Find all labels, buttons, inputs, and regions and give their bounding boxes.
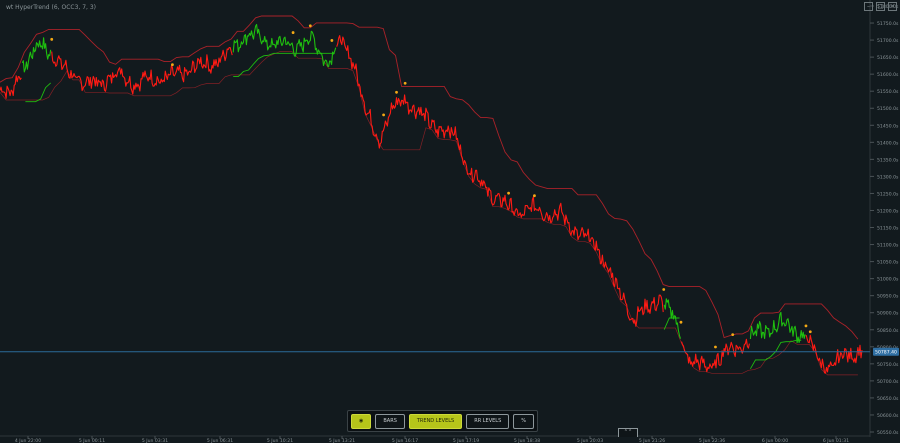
indicator-label[interactable]: wt HyperTrend (6, OCC3, 7, 3) [6,4,96,11]
trend-flip-marker [507,191,510,195]
uptrend-price-line [21,37,52,73]
eye-icon: ◉ [359,417,364,424]
minimize-icon[interactable]: – [864,2,873,11]
x-tick-label: 6 Jun 01:31 [823,438,849,443]
bars-button[interactable]: BARS [375,413,405,429]
downtrend-price-line [51,46,233,95]
panel-expand-handle[interactable]: ⌃⌃ [618,428,638,437]
x-tick-label: 5 Jun 21:26 [639,438,665,443]
y-tick-label: 50950.0s [877,294,899,300]
downtrend-price-line [336,35,664,327]
support-trend-line [750,339,802,370]
y-tick-label: 50850.0s [877,328,899,334]
y-tick-label: 50650.0s [877,396,899,402]
trend-flip-marker [808,330,812,334]
x-tick-label: 5 Jun 18:38 [514,438,540,443]
y-tick-label: 51100.0s [877,243,899,249]
trend-flip-marker [330,39,334,42]
downtrend-price-line [0,75,22,99]
y-tick-label: 50700.0s [877,379,899,385]
y-tick-label: 51600.0s [877,72,899,78]
trend-levels-button[interactable]: TREND LEVELS [408,413,463,429]
trend-flip-marker [714,345,717,349]
trend-flip-marker [731,333,735,337]
trend-flip-marker [382,113,385,117]
x-tick-label: 5 Jun 13:21 [329,438,355,443]
trend-flip-marker [533,194,536,198]
x-tick-label: 5 Jun 17:19 [453,438,479,443]
trend-flip-marker [662,288,666,291]
inner-trend-band [0,51,858,376]
y-tick-label: 51700.0s [877,38,899,44]
y-tick-label: 51150.0s [877,226,899,232]
price-chart[interactable]: 51800.0s51750.0s51700.0s51650.0s51600.0s… [0,0,900,443]
close-icon[interactable]: × [888,2,897,11]
trend-flip-marker [804,324,808,328]
y-tick-label: 50600.0s [877,413,899,419]
uptrend-price-line [663,298,682,339]
trend-flip-marker [395,90,398,94]
upper-trend-band [0,15,859,340]
y-tick-label: 51200.0s [877,208,899,214]
x-tick-label: 5 Jun 22:36 [699,438,725,443]
trend-flip-marker [308,24,312,28]
y-tick-label: 51000.0s [877,277,899,283]
downtrend-price-line [680,338,750,373]
y-tick-label: 51750.0s [877,21,899,27]
x-tick-label: 5 Jun 03:31 [142,438,168,443]
chart-toolbar: ◉ BARS TREND LEVELS RR LEVELS % [347,410,539,432]
support-trend-line [233,52,335,78]
uptrend-price-line [232,23,337,68]
x-tick-label: 5 Jun 06:31 [207,438,233,443]
y-tick-label: 51400.0s [877,140,899,146]
rr-levels-button[interactable]: RR LEVELS [466,413,510,429]
visibility-toggle-button[interactable]: ◉ [351,413,372,429]
y-tick-label: 51650.0s [877,55,899,61]
trading-chart-window: 51800.0s 51750.0s 51700.0s 51650.0s 51600.0s… [0,0,900,443]
y-tick-label: 51050.0s [877,260,899,266]
y-tick-label: 51450.0s [877,123,899,129]
y-tick-label: 51350.0s [877,157,899,163]
uptrend-price-line [749,311,806,344]
y-tick-label: 50900.0s [877,311,899,317]
maximize-icon[interactable]: □ [876,2,885,11]
y-tick-label: 50750.0s [877,362,899,368]
chevron-up-icon: ⌃⌃ [623,429,633,435]
y-tick-label: 51250.0s [877,191,899,197]
x-tick-label: 4 Jun 22:00 [15,438,41,443]
y-tick-label: 51500.0s [877,106,899,112]
trend-flip-marker [291,31,295,34]
support-trend-line [25,82,52,103]
percent-button[interactable]: % [513,413,535,429]
current-price-label: 50787.40 [875,350,897,356]
x-tick-label: 5 Jun 10:21 [267,438,293,443]
y-tick-label: 51300.0s [877,174,899,180]
x-tick-label: 5 Jun 00:11 [79,438,105,443]
x-tick-label: 6 Jun 00:00 [762,438,788,443]
trend-flip-marker [403,81,407,85]
downtrend-price-line [805,334,863,374]
y-tick-label: 51550.0s [877,89,899,95]
trend-flip-marker [679,320,683,324]
x-tick-label: 5 Jun 20:03 [577,438,603,443]
x-tick-label: 5 Jun 16:17 [392,438,418,443]
trend-flip-marker [50,37,54,41]
y-tick-label: 50550.0s [877,430,899,436]
trend-flip-marker [171,63,174,67]
